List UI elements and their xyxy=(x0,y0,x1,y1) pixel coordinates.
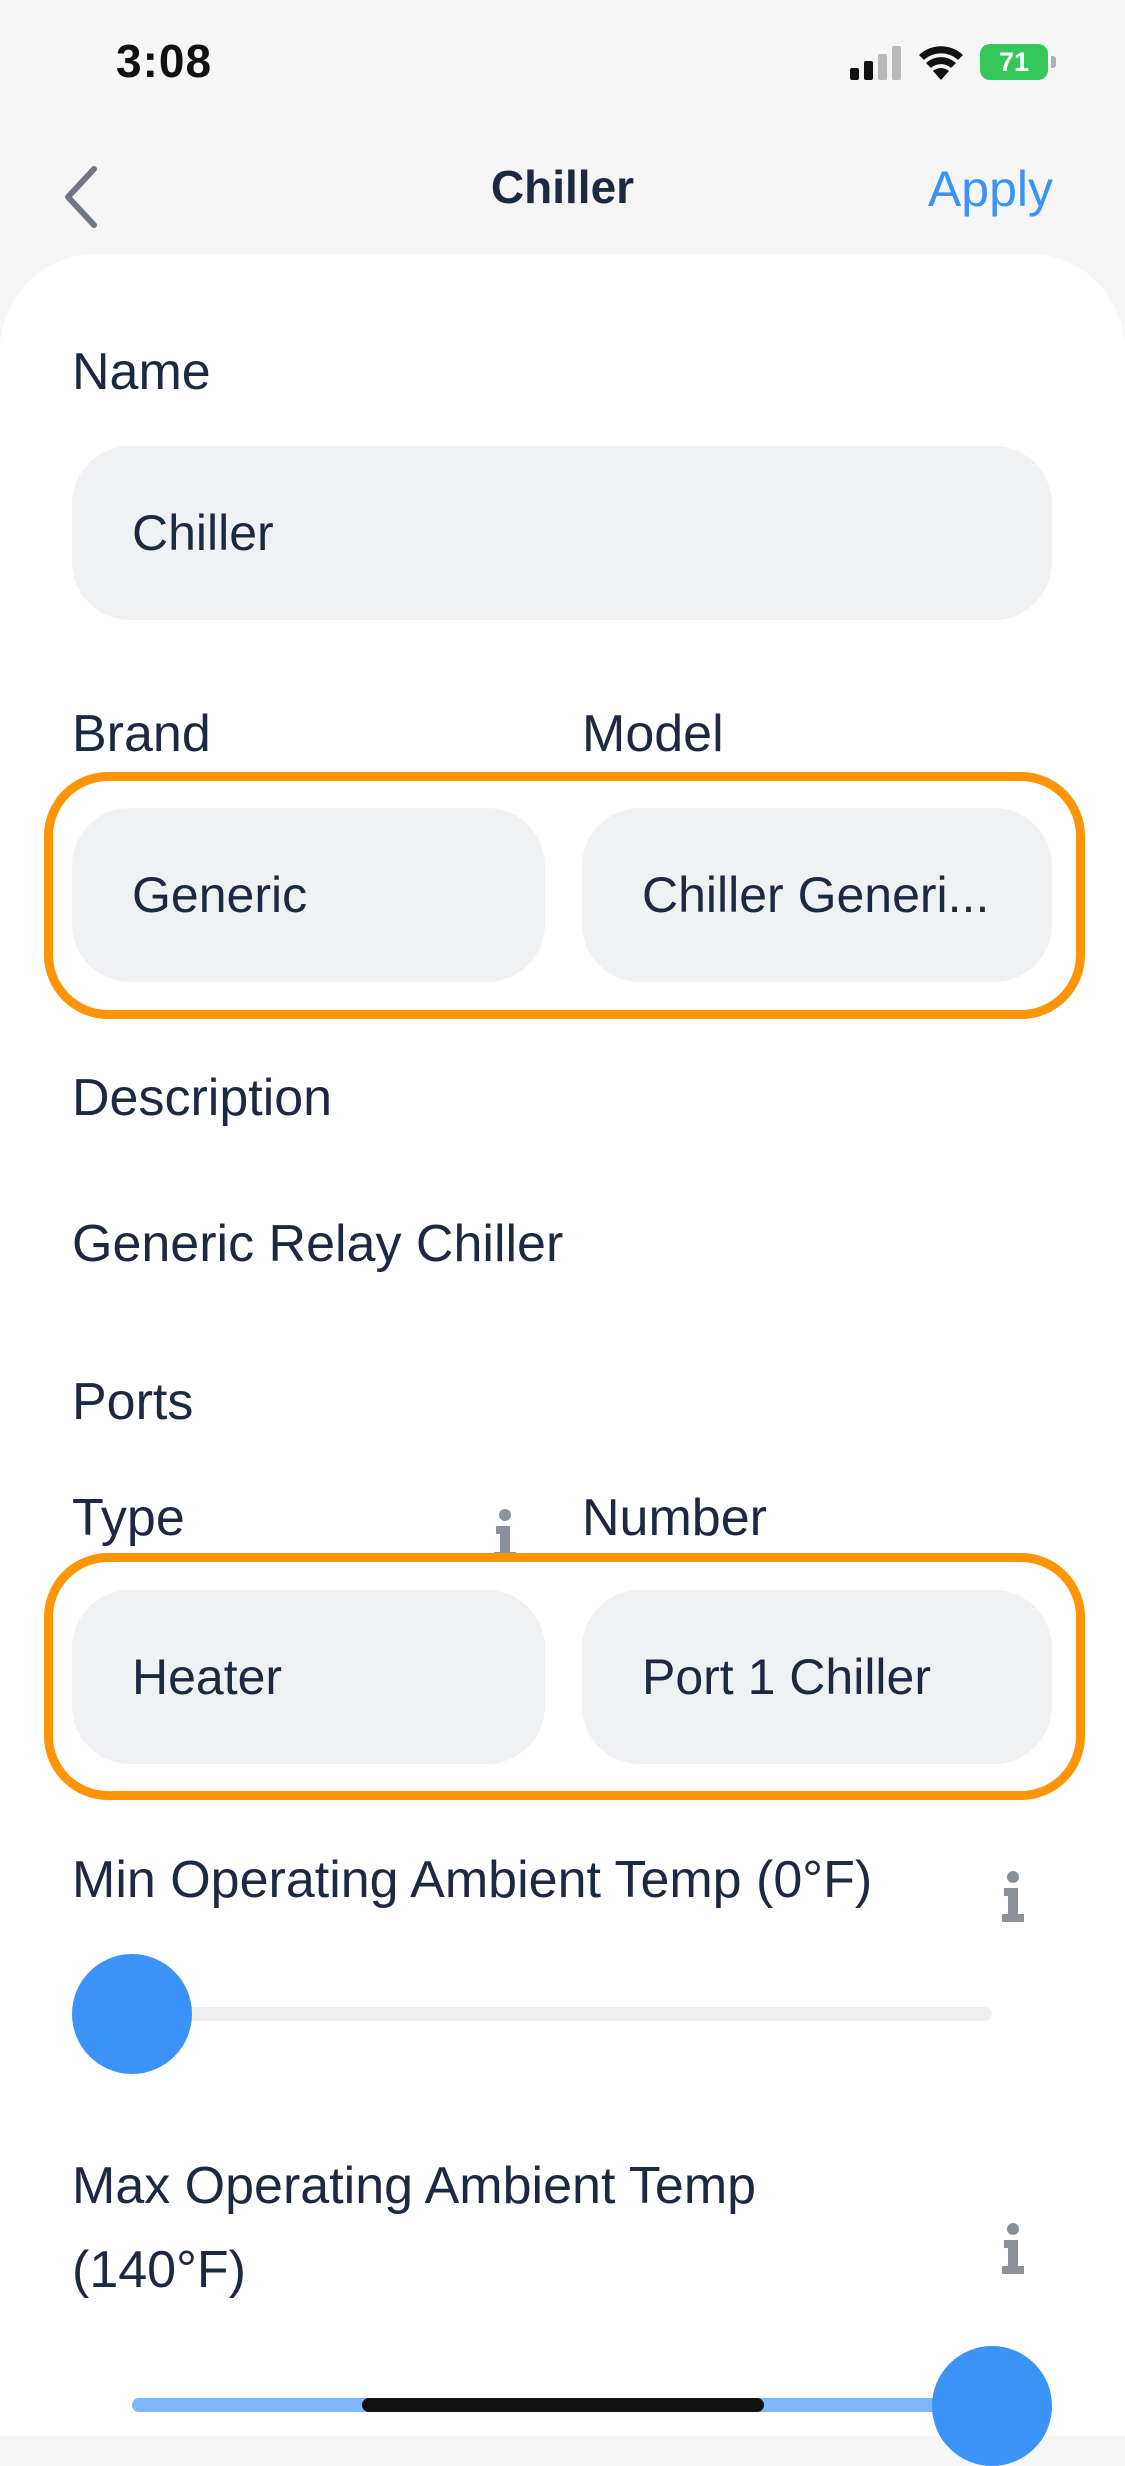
status-time: 3:08 xyxy=(116,35,213,87)
max-temp-info-icon[interactable] xyxy=(998,2222,1028,2274)
min-temp-slider-thumb[interactable] xyxy=(72,1954,192,2074)
home-indicator xyxy=(362,2398,764,2412)
name-label: Name xyxy=(72,343,211,401)
description-label: Description xyxy=(72,1069,333,1127)
type-label: Type xyxy=(72,1489,185,1547)
model-select[interactable]: Chiller Generi... xyxy=(582,808,1052,982)
battery-cap xyxy=(1051,56,1056,68)
brand-select[interactable]: Generic xyxy=(72,808,545,982)
min-temp-info-icon[interactable] xyxy=(998,1870,1028,1922)
max-temp-label-line1: Max Operating Ambient Temp xyxy=(72,2157,757,2215)
ports-label: Ports xyxy=(72,1373,194,1431)
port-number-select[interactable]: Port 1 Chiller xyxy=(582,1590,1052,1764)
min-temp-slider-track[interactable] xyxy=(132,2007,992,2021)
number-label: Number xyxy=(582,1489,767,1547)
brand-label: Brand xyxy=(72,705,211,763)
model-label: Model xyxy=(582,705,724,763)
apply-button[interactable]: Apply xyxy=(928,160,1053,218)
max-temp-label-line2: (140°F) xyxy=(72,2241,246,2299)
nav-bar: Chiller Apply xyxy=(0,130,1125,260)
port-type-select[interactable]: Heater xyxy=(72,1590,545,1764)
description-value: Generic Relay Chiller xyxy=(72,1215,564,1273)
status-bar: 3:08 71 xyxy=(0,0,1125,130)
max-temp-slider-thumb[interactable] xyxy=(932,2346,1052,2466)
name-field[interactable]: Chiller xyxy=(72,446,1052,620)
wifi-icon xyxy=(919,46,963,80)
battery-level: 71 xyxy=(980,44,1048,80)
min-temp-label: Min Operating Ambient Temp (0°F) xyxy=(72,1851,873,1909)
battery-charging-icon: 71 xyxy=(980,44,1056,80)
signal-icon xyxy=(850,46,901,80)
